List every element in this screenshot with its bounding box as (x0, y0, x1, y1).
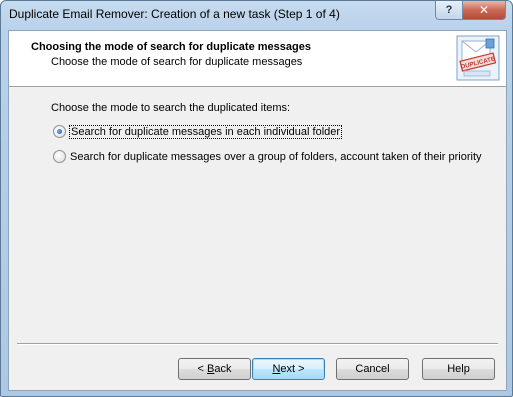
next-label-rest: ext > (280, 363, 305, 375)
wizard-window: Duplicate Email Remover: Creation of a n… (0, 0, 513, 397)
question-mark-icon: ? (445, 4, 453, 16)
back-button[interactable]: < Back (178, 358, 251, 380)
back-label-rest: ack (214, 363, 232, 375)
option-individual-folder-label[interactable]: Search for duplicate messages in each in… (68, 124, 343, 139)
close-window-button[interactable]: ✕ (463, 1, 506, 20)
next-button[interactable]: Next > (252, 358, 325, 380)
option-individual-folder[interactable]: Search for duplicate messages in each in… (53, 124, 343, 139)
help-title-button[interactable]: ? (435, 1, 463, 20)
radio-individual-folder[interactable] (53, 125, 66, 138)
mode-prompt: Choose the mode to search the duplicated… (51, 102, 291, 114)
back-mnemonic: B (207, 363, 215, 375)
radio-selected-dot (57, 129, 62, 134)
next-mnemonic: N (272, 363, 281, 375)
cancel-button[interactable]: Cancel (336, 358, 409, 380)
back-label-prefix: < (197, 363, 207, 375)
header-subtitle: Choose the mode of search for duplicate … (51, 56, 303, 68)
dialog-client-area: Choosing the mode of search for duplicat… (8, 30, 507, 391)
close-icon: ✕ (478, 3, 490, 17)
duplicate-stamp-icon: DUPLICATE (456, 35, 500, 81)
title-bar[interactable]: Duplicate Email Remover: Creation of a n… (1, 1, 512, 29)
header-title: Choosing the mode of search for duplicat… (31, 41, 311, 53)
radio-group-of-folders[interactable] (53, 150, 66, 163)
footer-divider (17, 343, 498, 345)
help-button[interactable]: Help (422, 358, 495, 380)
option-group-of-folders-label[interactable]: Search for duplicate messages over a gro… (70, 151, 482, 163)
title-bar-buttons: ? ✕ (435, 1, 506, 20)
window-title: Duplicate Email Remover: Creation of a n… (9, 7, 340, 21)
wizard-header: Choosing the mode of search for duplicat… (9, 31, 506, 87)
option-group-of-folders[interactable]: Search for duplicate messages over a gro… (53, 150, 482, 163)
